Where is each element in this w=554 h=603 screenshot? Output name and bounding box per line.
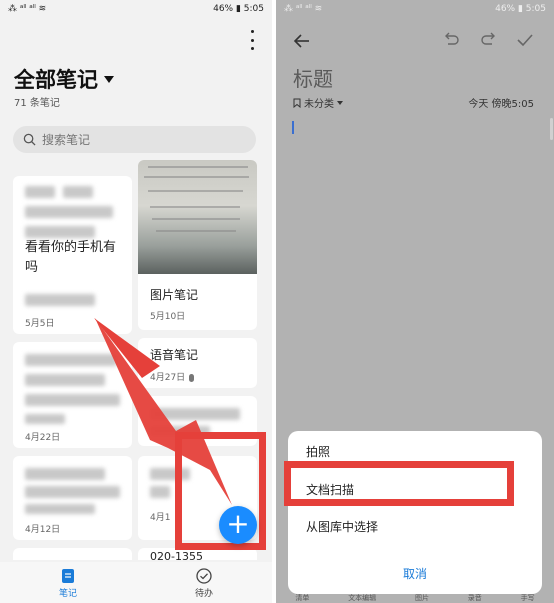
checkmark-circle-icon	[196, 568, 212, 584]
text-cursor[interactable]	[292, 121, 294, 134]
tab-label: 笔记	[58, 589, 77, 599]
highlight-box	[284, 461, 514, 506]
status-bar: ⁂ ᵃˡˡ ᵃˡˡ ≋ 46% ▮ 5:05	[276, 0, 554, 18]
editor-toolbar: 清单 文本编辑 图片 录音 手写	[276, 593, 554, 603]
bottom-nav: 笔记 待办	[0, 562, 272, 603]
toolbar-item[interactable]: 手写	[521, 593, 535, 603]
category-selector[interactable]: 未分类	[293, 95, 343, 110]
chevron-down-icon	[337, 100, 343, 105]
scrollbar[interactable]	[550, 118, 553, 140]
undo-icon[interactable]	[442, 31, 460, 49]
status-left: ⁂ ᵃˡˡ ᵃˡˡ ≋	[284, 4, 323, 14]
redo-icon[interactable]	[480, 31, 498, 49]
note-icon	[62, 569, 74, 583]
tab-label: 待办	[194, 589, 213, 599]
toolbar-item[interactable]: 图片	[415, 593, 429, 603]
back-arrow-icon[interactable]	[293, 32, 311, 50]
add-note-button[interactable]: +	[219, 506, 257, 544]
note-title-input[interactable]: 标题	[293, 63, 333, 92]
toolbar-item[interactable]: 录音	[468, 593, 482, 603]
option-choose-from-gallery[interactable]: 从图库中选择	[306, 518, 378, 535]
cancel-button[interactable]: 取消	[288, 565, 542, 582]
option-take-photo[interactable]: 拍照	[306, 443, 330, 460]
bookmark-icon	[293, 98, 301, 108]
category-label: 未分类	[304, 99, 334, 110]
image-source-sheet: 拍照 文档扫描 从图库中选择 取消	[288, 431, 542, 594]
toolbar-item[interactable]: 清单	[295, 593, 309, 603]
tab-todo[interactable]: 待办	[136, 562, 272, 603]
note-editor-screen: ⁂ ᵃˡˡ ᵃˡˡ ≋ 46% ▮ 5:05 标题 未分类 今天 傍晚5:05 …	[276, 0, 554, 603]
note-timestamp: 今天 傍晚5:05	[468, 99, 534, 110]
notes-list-screen: ⁂ ᵃˡˡ ᵃˡˡ ≋ 46% ▮ 5:05 全部笔记 71 条笔记 看看你的手…	[0, 0, 272, 603]
tab-notes[interactable]: 笔记	[0, 562, 136, 603]
toolbar-item[interactable]: 文本编辑	[348, 593, 376, 603]
status-right: 46% ▮ 5:05	[495, 4, 546, 14]
confirm-check-icon[interactable]	[516, 31, 534, 49]
